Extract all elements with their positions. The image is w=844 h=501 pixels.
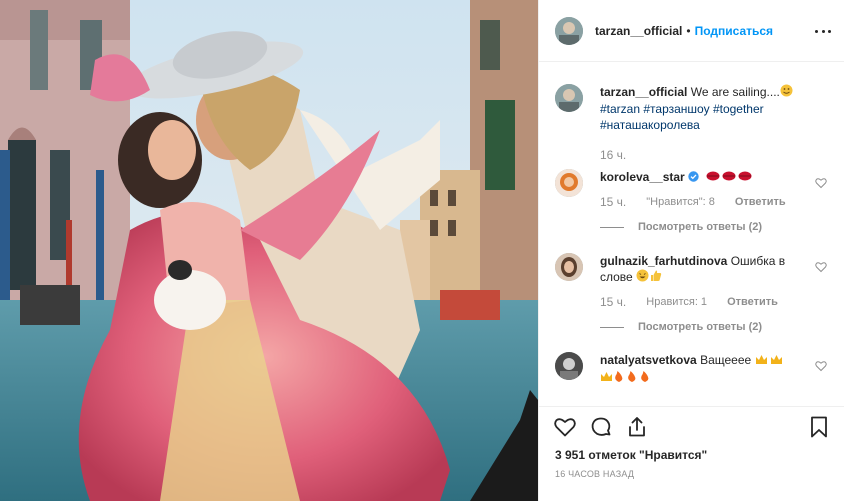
comments-list[interactable]: tarzan__official We are sailing.... #tar… xyxy=(539,62,844,406)
view-replies-label: Посмотреть ответы (2) xyxy=(638,221,763,234)
laughing-emoji-icon xyxy=(636,269,649,286)
heart-icon[interactable] xyxy=(553,415,577,439)
comment-like-heart-icon[interactable] xyxy=(815,261,827,273)
comment-text: Ващееее xyxy=(700,353,752,368)
photo-illustration xyxy=(0,0,538,501)
post-actions: 3 951 отметок "Нравится" 16 ЧАСОВ НАЗАД xyxy=(539,406,844,501)
comment-time[interactable]: 15 ч. xyxy=(600,194,626,210)
bookmark-icon[interactable] xyxy=(807,415,831,439)
comment-likes[interactable]: Нравится: 1 xyxy=(646,294,707,310)
replies-line xyxy=(600,226,624,228)
thumbs-up-emoji-icon xyxy=(649,269,662,286)
comment-username[interactable]: natalyatsvetkova xyxy=(600,353,697,367)
comment-username[interactable]: gulnazik_farhutdinova xyxy=(600,254,727,268)
comment-like-heart-icon[interactable] xyxy=(815,360,827,372)
fire-emoji-icon xyxy=(613,370,652,387)
view-replies-label: Посмотреть ответы (2) xyxy=(638,321,763,334)
share-icon[interactable] xyxy=(625,415,649,439)
caption-username[interactable]: tarzan__official xyxy=(600,85,687,99)
comment-like-heart-icon[interactable] xyxy=(815,177,827,189)
follow-button[interactable]: Подписаться xyxy=(695,24,773,38)
caption-avatar[interactable] xyxy=(555,84,583,112)
view-replies[interactable]: Посмотреть ответы (2) xyxy=(600,319,800,335)
instagram-post: tarzan__official • Подписаться tarzan__o… xyxy=(0,0,844,501)
hashtag-natashakoroleva[interactable]: #наташакоролева xyxy=(600,118,700,132)
hashtag-tarzan[interactable]: #tarzan xyxy=(600,102,640,116)
caption-time[interactable]: 16 ч. xyxy=(600,147,626,163)
likes-count[interactable]: 3 951 отметок "Нравится" xyxy=(555,448,707,462)
replies-line xyxy=(600,326,624,328)
lips-emoji-icon xyxy=(706,170,754,186)
post-side-panel: tarzan__official • Подписаться tarzan__o… xyxy=(538,0,844,501)
more-icon[interactable] xyxy=(815,24,831,38)
smile-emoji-icon xyxy=(780,84,793,101)
reply-button[interactable]: Ответить xyxy=(727,294,778,310)
author-username[interactable]: tarzan__official xyxy=(595,24,682,38)
caption: tarzan__official We are sailing.... #tar… xyxy=(555,84,829,163)
separator-dot: • xyxy=(686,23,691,38)
posted-ago[interactable]: 16 ЧАСОВ НАЗАД xyxy=(555,469,634,479)
comment-username[interactable]: koroleva__star xyxy=(600,170,685,184)
hashtag-tarzanshow[interactable]: #тарзаншоу xyxy=(643,102,709,116)
caption-text: We are sailing.... xyxy=(690,85,780,99)
comment-item: gulnazik_farhutdinova Ошибка в слове 15 … xyxy=(555,253,829,335)
comment-item: natalyatsvetkova Ващееее xyxy=(555,352,829,386)
commenter-avatar[interactable] xyxy=(555,253,583,282)
crown-emoji-icon xyxy=(755,353,783,369)
hashtag-together[interactable]: #together xyxy=(713,102,764,116)
verified-badge-icon xyxy=(688,170,699,186)
post-photo[interactable] xyxy=(0,0,538,501)
comment-item: koroleva__star 15 ч. "Нравится": 8 Ответ… xyxy=(555,169,829,235)
action-icons xyxy=(553,415,649,439)
crown-emoji-icon xyxy=(600,370,613,386)
comment-icon[interactable] xyxy=(589,415,613,439)
post-header: tarzan__official • Подписаться xyxy=(539,0,844,62)
commenter-avatar[interactable] xyxy=(555,169,583,198)
author-avatar[interactable] xyxy=(555,16,583,45)
view-replies[interactable]: Посмотреть ответы (2) xyxy=(600,219,800,235)
reply-button[interactable]: Ответить xyxy=(735,194,786,210)
comment-time[interactable]: 15 ч. xyxy=(600,294,626,310)
comment-likes[interactable]: "Нравится": 8 xyxy=(646,194,715,210)
commenter-avatar[interactable] xyxy=(555,352,583,381)
